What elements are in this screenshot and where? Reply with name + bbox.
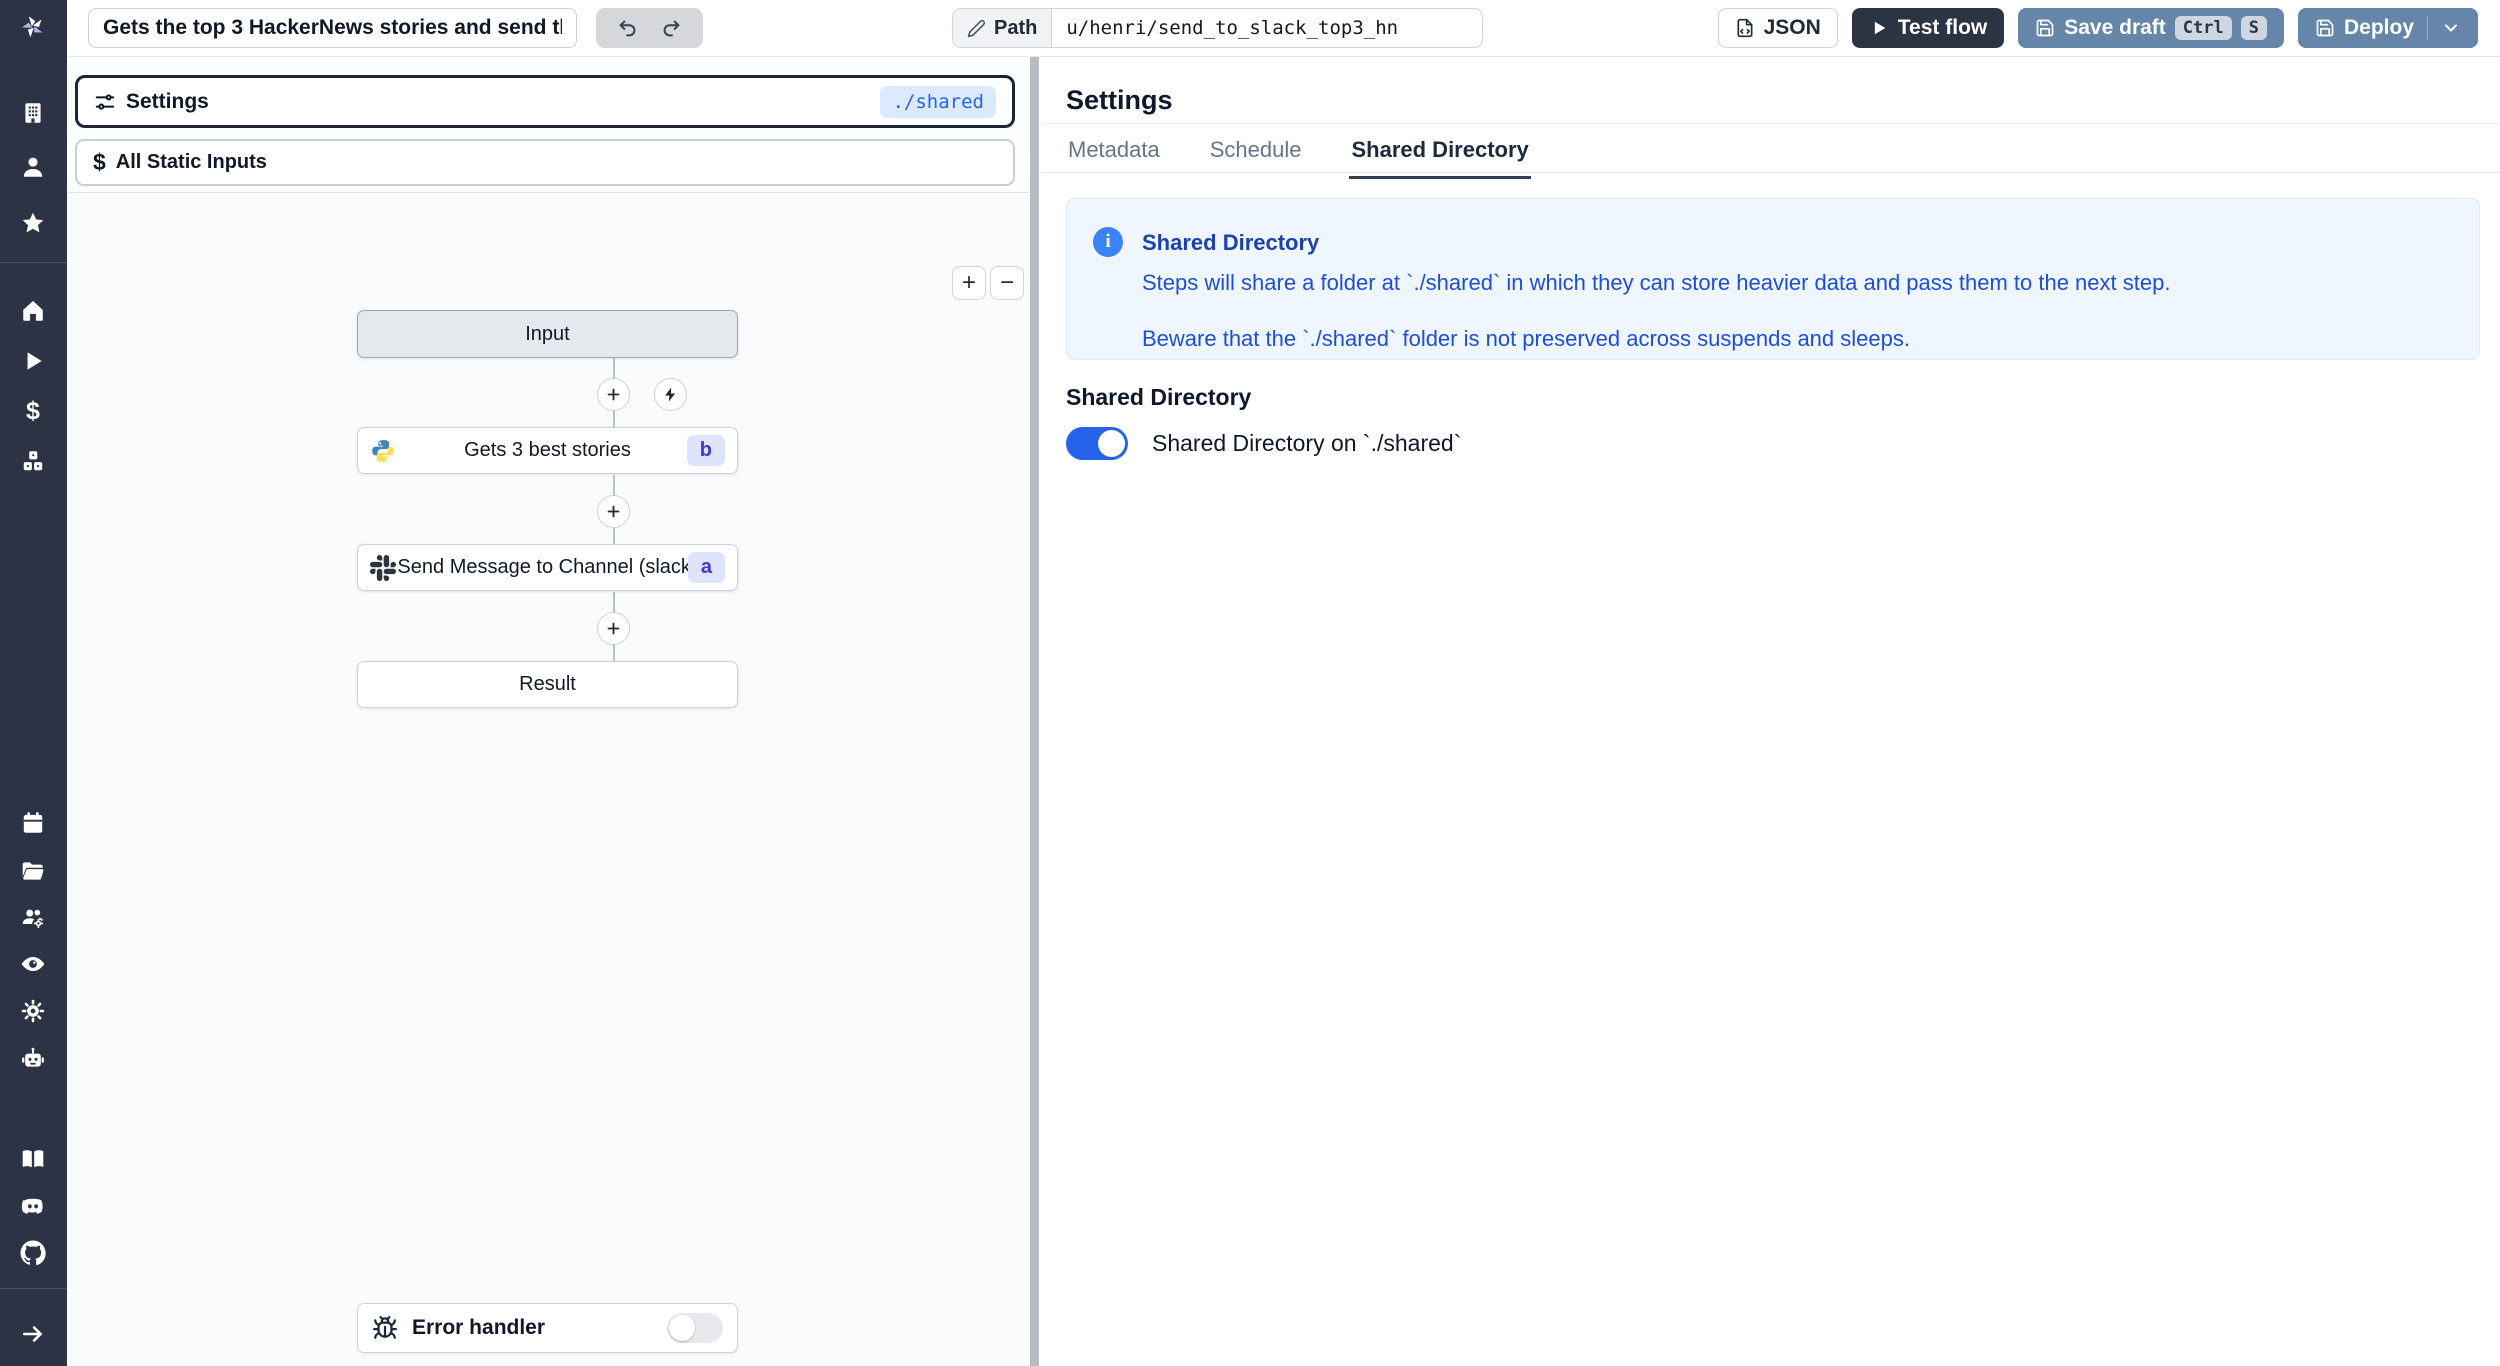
test-flow-button[interactable]: Test flow xyxy=(1851,8,2005,48)
save-draft-button[interactable]: Save draft Ctrl S xyxy=(2018,8,2284,48)
shared-directory-toggle[interactable] xyxy=(1066,427,1128,460)
zoom-in-button[interactable]: + xyxy=(952,266,986,300)
building-icon[interactable] xyxy=(19,99,47,127)
play-icon xyxy=(1874,21,1886,35)
zoom-out-button[interactable]: − xyxy=(990,266,1024,300)
toggle-knob xyxy=(669,1315,695,1341)
input-node-label: Input xyxy=(525,322,570,345)
redo-icon[interactable] xyxy=(660,17,682,39)
info-icon: i xyxy=(1093,227,1123,257)
slack-icon xyxy=(370,554,396,581)
static-inputs-card[interactable]: $ All Static Inputs xyxy=(75,139,1015,186)
bolt-icon xyxy=(665,387,676,402)
plus-icon xyxy=(607,505,620,518)
info-line-1: Steps will share a folder at `./shared` … xyxy=(1142,270,2171,295)
robot-icon[interactable] xyxy=(19,1045,47,1073)
windmill-flow-editor: $ Gets the top 3 HackerNews stories and … xyxy=(0,0,2500,1366)
path-label[interactable]: Path xyxy=(953,9,1053,47)
toggle-knob xyxy=(1098,430,1125,457)
plus-icon xyxy=(607,622,620,635)
cubes-icon[interactable] xyxy=(19,447,47,475)
undo-redo-group xyxy=(596,8,703,48)
step-id-badge: a xyxy=(687,552,725,583)
info-title: Shared Directory xyxy=(1142,230,1320,255)
home-icon[interactable] xyxy=(19,297,47,325)
kbd-s: S xyxy=(2240,16,2267,40)
shared-directory-toggle-label: Shared Directory on `./shared` xyxy=(1152,430,1462,456)
shared-directory-info-box: i Shared Directory Steps will share a fo… xyxy=(1066,198,2480,360)
add-step-button[interactable] xyxy=(597,612,630,645)
error-handler-label: Error handler xyxy=(412,1316,546,1339)
tab-schedule[interactable]: Schedule xyxy=(1208,123,1304,179)
flow-settings-label: Settings xyxy=(126,89,209,113)
github-icon[interactable] xyxy=(19,1239,47,1267)
shared-directory-badge: ./shared xyxy=(880,85,996,118)
step-node-b[interactable]: Gets 3 best stories b xyxy=(357,427,738,474)
save-icon xyxy=(2036,19,2054,37)
flow-panel: Settings ./shared $ All Static Inputs + … xyxy=(67,57,1030,1366)
step-node-a[interactable]: Send Message to Channel (slack) a xyxy=(357,544,738,591)
gear-icon[interactable] xyxy=(19,997,47,1025)
arrow-right-icon[interactable] xyxy=(19,1320,47,1348)
calendar-icon[interactable] xyxy=(19,809,47,837)
flow-canvas[interactable]: + − Input Gets 3 best stories b Send Mes… xyxy=(67,194,1030,1366)
path-input[interactable] xyxy=(1052,9,1483,47)
book-icon[interactable] xyxy=(19,1145,47,1173)
eye-icon[interactable] xyxy=(19,950,47,978)
save-icon xyxy=(2316,19,2334,37)
flow-header: Settings ./shared $ All Static Inputs xyxy=(67,57,1030,193)
static-inputs-label: All Static Inputs xyxy=(115,151,267,173)
settings-tabs: Metadata Schedule Shared Directory xyxy=(1066,123,1531,179)
input-node[interactable]: Input xyxy=(357,310,738,358)
dollar-icon: $ xyxy=(93,149,106,175)
python-icon xyxy=(370,438,396,464)
sidebar-divider xyxy=(0,1288,67,1289)
step-id-badge: b xyxy=(686,435,725,466)
add-step-button[interactable] xyxy=(597,378,630,411)
undo-icon[interactable] xyxy=(617,17,639,39)
panel-splitter[interactable] xyxy=(1030,57,1039,1366)
shared-directory-toggle-row: Shared Directory on `./shared` xyxy=(1066,427,1461,460)
button-divider xyxy=(2427,16,2428,40)
flow-title-input[interactable] xyxy=(88,8,577,48)
error-handler-toggle[interactable] xyxy=(667,1313,723,1343)
play-icon[interactable] xyxy=(19,347,47,375)
folder-icon[interactable] xyxy=(19,857,47,885)
settings-heading: Settings xyxy=(1066,85,1173,115)
pencil-icon xyxy=(967,19,985,37)
user-icon[interactable] xyxy=(19,153,47,181)
sliders-icon xyxy=(95,93,115,110)
error-handler-node[interactable]: Error handler xyxy=(357,1303,738,1353)
star-icon[interactable] xyxy=(19,209,47,237)
divider xyxy=(1043,172,2500,173)
topbar-actions: JSON Test flow Save draft Ctrl S Deploy xyxy=(1717,8,2478,48)
deploy-button[interactable]: Deploy xyxy=(2297,8,2478,48)
add-step-button[interactable] xyxy=(597,495,630,528)
json-button[interactable]: JSON xyxy=(1717,8,1838,48)
tab-shared-directory[interactable]: Shared Directory xyxy=(1349,123,1531,179)
bug-icon xyxy=(373,1316,397,1339)
kbd-ctrl: Ctrl xyxy=(2174,16,2232,40)
step-node-b-label: Gets 3 best stories xyxy=(464,439,631,461)
path-group: Path xyxy=(952,8,1484,48)
step-node-a-label: Send Message to Channel (slack) xyxy=(397,556,698,578)
sidebar-divider xyxy=(0,262,67,263)
trigger-button[interactable] xyxy=(654,378,687,411)
workers-icon[interactable] xyxy=(19,904,47,932)
chevron-down-icon[interactable] xyxy=(2441,18,2461,38)
tab-metadata[interactable]: Metadata xyxy=(1066,123,1162,179)
topbar: Path JSON Test flow Save draft Ctrl S De… xyxy=(67,0,2500,57)
plus-icon xyxy=(607,388,620,401)
windmill-logo[interactable] xyxy=(19,12,47,40)
discord-icon[interactable] xyxy=(19,1192,47,1220)
shared-directory-section-title: Shared Directory xyxy=(1066,384,1252,410)
dollar-icon[interactable]: $ xyxy=(19,397,47,425)
json-file-icon xyxy=(1737,18,1753,38)
result-node[interactable]: Result xyxy=(357,661,738,708)
settings-panel: Settings Metadata Schedule Shared Direct… xyxy=(1043,57,2500,1366)
sidebar: $ xyxy=(0,0,67,1366)
info-line-2: Beware that the `./shared` folder is not… xyxy=(1142,326,1910,351)
flow-settings-card[interactable]: Settings ./shared xyxy=(75,75,1015,128)
result-node-label: Result xyxy=(519,673,576,695)
